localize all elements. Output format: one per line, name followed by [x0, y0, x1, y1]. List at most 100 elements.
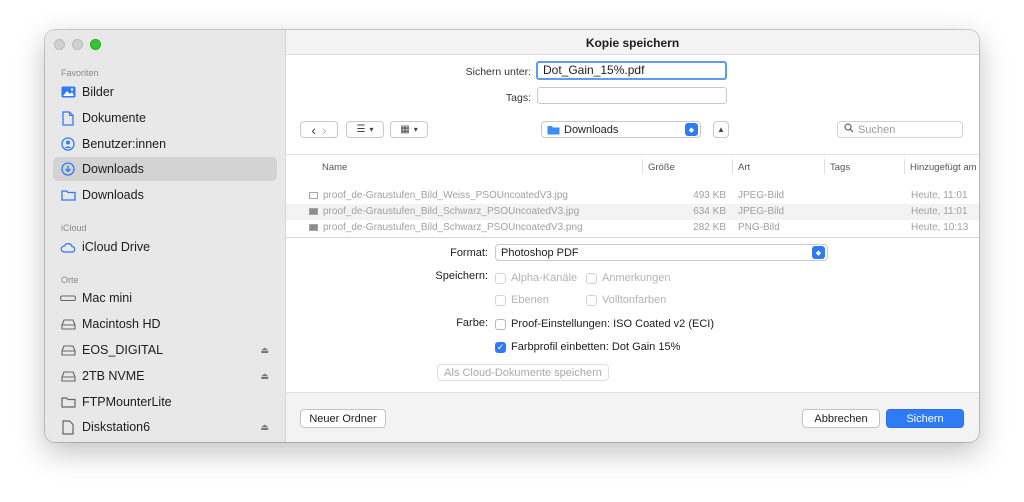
- list-view-button[interactable]: ☰ ▾: [346, 121, 384, 138]
- tags-input[interactable]: [537, 87, 727, 104]
- file-list[interactable]: Name Größe Art Tags Hinzugefügt am proof…: [286, 154, 979, 238]
- file-icon: [309, 208, 318, 215]
- column-divider[interactable]: [732, 159, 733, 174]
- checkbox-label: Proof-Einstellungen: ISO Coated v2 (ECI): [511, 318, 714, 330]
- chevron-left-icon[interactable]: ‹: [311, 122, 316, 138]
- checkmark-icon[interactable]: ✓: [495, 341, 506, 353]
- search-icon: [844, 123, 854, 136]
- save-as-cloud-document-button[interactable]: Als Cloud-Dokumente speichern: [437, 364, 609, 381]
- checkbox-box[interactable]: [495, 318, 506, 330]
- row-added: Heute, 11:01: [911, 190, 968, 201]
- document-icon: [60, 110, 76, 126]
- row-added: Heute, 10:13: [911, 222, 969, 233]
- checkbox-box[interactable]: [495, 272, 506, 284]
- annotations-checkbox[interactable]: Anmerkungen: [586, 272, 671, 284]
- column-header-added[interactable]: Hinzugefügt am: [910, 162, 977, 173]
- sidebar-item-bilder[interactable]: Bilder: [53, 80, 277, 104]
- zoom-window-button[interactable]: [90, 39, 101, 50]
- column-header-name[interactable]: Name: [322, 162, 347, 173]
- sidebar-item-label: iCloud Drive: [82, 240, 151, 254]
- proof-settings-checkbox[interactable]: Proof-Einstellungen: ISO Coated v2 (ECI): [495, 318, 714, 330]
- spot-colors-checkbox[interactable]: Volltonfarben: [586, 294, 666, 306]
- checkbox-box[interactable]: [586, 294, 597, 306]
- new-folder-button[interactable]: Neuer Ordner: [300, 409, 386, 428]
- checkbox-box[interactable]: [586, 272, 597, 284]
- sidebar-item-2tb-nvme[interactable]: 2TB NVME ⏏: [53, 364, 277, 388]
- sidebar-item-macintosh-hd[interactable]: Macintosh HD: [53, 312, 277, 336]
- cancel-button[interactable]: Abbrechen: [802, 409, 880, 428]
- folder-icon: [60, 394, 76, 410]
- column-header-kind[interactable]: Art: [738, 162, 750, 173]
- photo-icon: [60, 84, 76, 100]
- table-row[interactable]: proof_de-Graustufen_Bild_Weiss_PSOUncoat…: [286, 188, 979, 204]
- chevron-down-icon: ▾: [413, 125, 418, 134]
- sidebar-item-label: Dokumente: [82, 111, 146, 125]
- location-select-value: Downloads: [564, 123, 619, 136]
- embed-profile-checkbox[interactable]: ✓ Farbprofil einbetten: Dot Gain 15%: [495, 341, 680, 353]
- column-divider[interactable]: [642, 159, 643, 174]
- main-panel: Kopie speichern Sichern unter: Dot_Gain_…: [286, 30, 979, 442]
- sidebar-item-downloads-selected[interactable]: Downloads: [53, 157, 277, 181]
- sidebar-section-favorites: Favoriten: [61, 68, 99, 78]
- checkbox-box[interactable]: [495, 294, 506, 306]
- back-forward-control[interactable]: ‹ ›: [300, 121, 338, 138]
- table-row[interactable]: proof_de-Graustufen_Bild_Schwarz_PSOUnco…: [286, 220, 979, 236]
- format-select[interactable]: Photoshop PDF ◆: [495, 244, 828, 261]
- alpha-channels-checkbox[interactable]: Alpha-Kanäle: [495, 272, 577, 284]
- eject-icon[interactable]: ⏏: [260, 371, 269, 382]
- sidebar-item-diskstation6[interactable]: Diskstation6 ⏏: [53, 415, 277, 439]
- sidebar-item-eos-digital[interactable]: EOS_DIGITAL ⏏: [53, 338, 277, 362]
- layers-checkbox[interactable]: Ebenen: [495, 294, 549, 306]
- sidebar-item-ftpmounterlite[interactable]: FTPMounterLite: [53, 390, 277, 414]
- drive-icon: [60, 316, 76, 332]
- sidebar-section-icloud: iCloud: [61, 223, 87, 233]
- sidebar-item-benutzer[interactable]: Benutzer:innen: [53, 132, 277, 156]
- sidebar-item-label: 2TB NVME: [82, 369, 145, 383]
- sidebar-item-downloads-folder[interactable]: Downloads: [53, 183, 277, 207]
- row-kind: JPEG-Bild: [738, 206, 785, 217]
- window-title: Kopie speichern: [585, 36, 680, 50]
- minimize-window-button[interactable]: [72, 39, 83, 50]
- tags-label: Tags:: [505, 92, 531, 104]
- sidebar-item-icloud-drive[interactable]: iCloud Drive: [53, 235, 277, 259]
- sidebar-section-orte: Orte: [61, 275, 79, 285]
- expand-collapse-button[interactable]: ▲: [713, 121, 729, 138]
- row-name: proof_de-Graustufen_Bild_Schwarz_PSOUnco…: [323, 206, 580, 217]
- window-controls: [54, 39, 101, 50]
- chevron-right-icon[interactable]: ›: [322, 122, 327, 138]
- close-window-button[interactable]: [54, 39, 65, 50]
- column-divider[interactable]: [824, 159, 825, 174]
- row-name: proof_de-Graustufen_Bild_Schwarz_PSOUnco…: [323, 222, 583, 233]
- row-kind: PNG-Bild: [738, 222, 780, 233]
- filename-input[interactable]: Dot_Gain_15%.pdf: [536, 61, 727, 80]
- eject-icon[interactable]: ⏏: [260, 422, 269, 433]
- location-select[interactable]: Downloads ◆: [541, 121, 701, 138]
- sidebar-item-mac-mini[interactable]: Mac mini: [53, 286, 277, 310]
- row-size: 282 KB: [693, 222, 726, 233]
- title-bar: Kopie speichern: [286, 30, 979, 55]
- save-button[interactable]: Sichern: [886, 409, 964, 428]
- eject-icon[interactable]: ⏏: [260, 345, 269, 356]
- chevron-up-icon: ▲: [717, 125, 725, 134]
- column-header-size[interactable]: Größe: [648, 162, 675, 173]
- format-label: Format:: [450, 247, 488, 259]
- checkbox-label: Ebenen: [511, 294, 549, 306]
- sidebar-item-label: Downloads: [82, 162, 144, 176]
- sidebar-item-dokumente[interactable]: Dokumente: [53, 106, 277, 130]
- folder-icon: [60, 187, 76, 203]
- grid-view-button[interactable]: ▦ ▾: [390, 121, 428, 138]
- row-name: proof_de-Graustufen_Bild_Weiss_PSOUncoat…: [323, 190, 568, 201]
- sidebar-item-label: Diskstation6: [82, 420, 151, 434]
- column-header-tags[interactable]: Tags: [830, 162, 850, 173]
- folder-icon: [547, 125, 560, 135]
- sidebar-item-label: Bilder: [82, 85, 114, 99]
- sidebar-item-label: Mac mini: [82, 291, 133, 305]
- column-divider[interactable]: [904, 159, 905, 174]
- speichern-label: Speichern:: [435, 270, 488, 282]
- sidebar-item-label: Macintosh HD: [82, 317, 161, 331]
- search-input[interactable]: Suchen: [837, 121, 963, 138]
- list-header: Name Größe Art Tags Hinzugefügt am: [286, 155, 979, 178]
- row-kind: JPEG-Bild: [738, 190, 785, 201]
- table-row[interactable]: proof_de-Graustufen_Bild_Schwarz_PSOUnco…: [286, 204, 979, 220]
- mac-mini-icon: [60, 290, 76, 306]
